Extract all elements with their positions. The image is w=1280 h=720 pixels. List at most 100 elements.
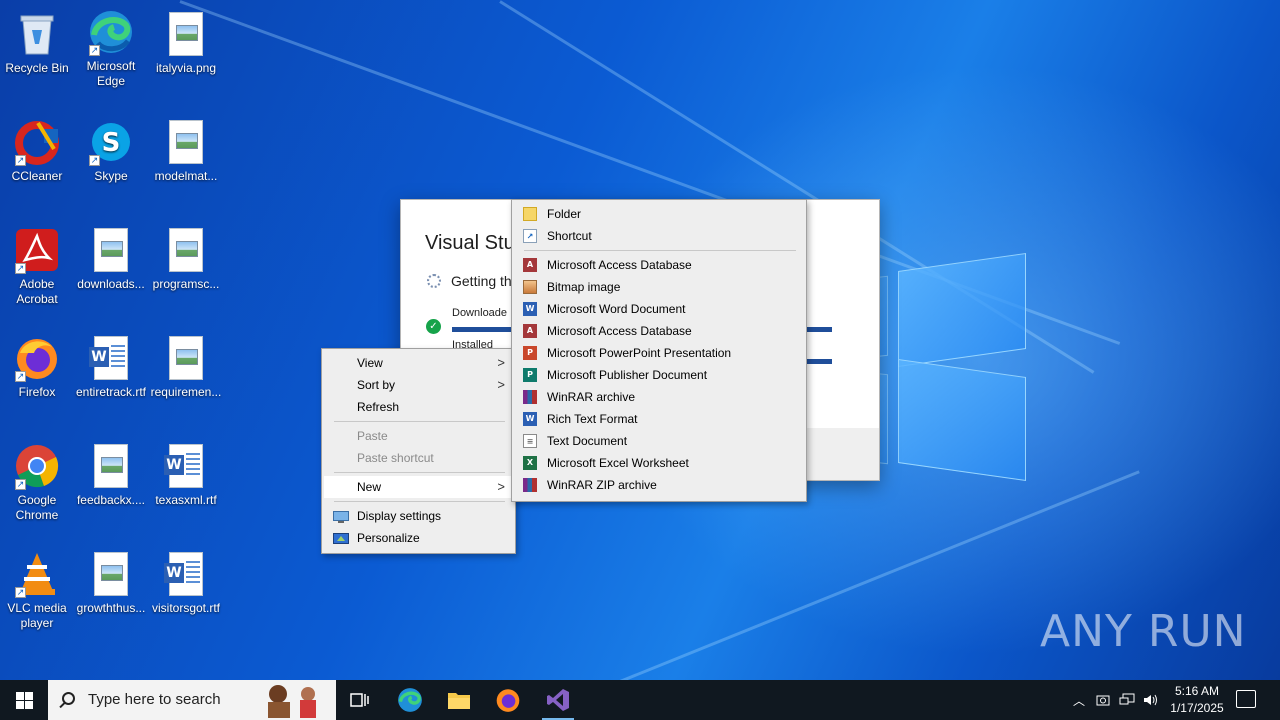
- taskbar-edge[interactable]: [386, 680, 434, 720]
- desktop-icon-label: Google Chrome: [15, 493, 59, 522]
- desktop-icon-entiretrack[interactable]: W entiretrack.rtf: [74, 334, 148, 400]
- desktop-icon-requiremen[interactable]: requiremen...: [149, 334, 223, 400]
- image-file-icon: [87, 550, 135, 598]
- windows-start-icon: [15, 691, 33, 709]
- tray-camera-button[interactable]: [1092, 680, 1114, 720]
- windows-logo-pane: [898, 253, 1026, 367]
- submenu-item-winrar-archive[interactable]: WinRAR archive: [514, 386, 804, 408]
- ccleaner-icon: ↗: [13, 118, 61, 166]
- menu-item-paste-shortcut[interactable]: Paste shortcut: [324, 447, 513, 469]
- task-view-button[interactable]: [336, 680, 384, 720]
- image-file-icon: [162, 118, 210, 166]
- desktop-icon-label: Microsoft Edge: [86, 59, 136, 88]
- submenu-item-rich-text-format[interactable]: W Rich Text Format: [514, 408, 804, 430]
- clock-date: 1/17/2025: [1170, 701, 1224, 715]
- downloaded-label: Downloade: [452, 307, 508, 319]
- desktop-icon-label: modelmat...: [154, 169, 218, 183]
- menu-separator: [334, 472, 505, 473]
- desktop-icon-adobe-acrobat[interactable]: ↗ Adobe Acrobat: [0, 226, 74, 307]
- network-icon: [1119, 693, 1135, 705]
- submenu-item-powerpoint[interactable]: P Microsoft PowerPoint Presentation: [514, 342, 804, 364]
- tray-network-button[interactable]: [1116, 680, 1138, 720]
- search-placeholder: Type here to search: [88, 691, 221, 708]
- desktop-icon-label: requiremen...: [150, 385, 222, 399]
- access-icon: A: [523, 258, 537, 272]
- submenu-item-access-database-2[interactable]: A Microsoft Access Database: [514, 320, 804, 342]
- desktop-icon-label: programsc...: [152, 277, 220, 291]
- menu-separator: [334, 501, 505, 502]
- submenu-item-text-document[interactable]: ≡ Text Document: [514, 430, 804, 452]
- submenu-item-excel-worksheet[interactable]: X Microsoft Excel Worksheet: [514, 452, 804, 474]
- chrome-icon: ↗: [13, 442, 61, 490]
- tray-overflow-button[interactable]: ︿: [1068, 680, 1090, 720]
- desktop-icon-recycle-bin[interactable]: Recycle Bin: [0, 10, 74, 76]
- skype-icon: S ↗: [87, 118, 135, 166]
- winrar-icon: [523, 390, 537, 404]
- shortcut-icon: ↗: [523, 229, 537, 243]
- desktop-icon-skype[interactable]: S ↗ Skype: [74, 118, 148, 184]
- svg-text:S: S: [102, 128, 121, 158]
- windows-logo-pane: [898, 359, 1026, 481]
- shortcut-arrow-icon: ↗: [89, 155, 100, 166]
- menu-item-sort-by[interactable]: Sort by >: [324, 374, 513, 396]
- menu-item-view[interactable]: View >: [324, 352, 513, 374]
- submenu-item-label: Microsoft Access Database: [547, 258, 692, 272]
- menu-item-paste[interactable]: Paste: [324, 425, 513, 447]
- desktop-icon-growththus[interactable]: growththus...: [74, 550, 148, 616]
- powerpoint-icon: P: [523, 346, 537, 360]
- desktop-icon-vlc[interactable]: ↗ VLC media player: [0, 550, 74, 631]
- start-button[interactable]: [0, 680, 48, 720]
- desktop-icon-firefox[interactable]: ↗ Firefox: [0, 334, 74, 400]
- desktop-icon-edge[interactable]: ↗ Microsoft Edge: [74, 8, 148, 89]
- menu-item-refresh[interactable]: Refresh: [324, 396, 513, 418]
- desktop-icon-ccleaner[interactable]: ↗ CCleaner: [0, 118, 74, 184]
- notification-center-icon[interactable]: [1236, 690, 1256, 708]
- desktop-context-menu[interactable]: View > Sort by > Refresh Paste Paste sho…: [321, 348, 516, 554]
- winrar-zip-icon: [523, 478, 537, 492]
- desktop-icon-label: Skype: [94, 169, 128, 183]
- menu-item-new[interactable]: New >: [324, 476, 513, 498]
- desktop-icon-programsc[interactable]: programsc...: [149, 226, 223, 292]
- desktop-icon-italyvia[interactable]: italyvia.png: [149, 10, 223, 76]
- desktop-icon-modelmat[interactable]: modelmat...: [149, 118, 223, 184]
- taskbar-search-box[interactable]: Type here to search: [48, 680, 336, 720]
- desktop-icon-feedbackx[interactable]: feedbackx....: [74, 442, 148, 508]
- taskbar-file-explorer[interactable]: [435, 680, 483, 720]
- search-icon: [62, 692, 75, 705]
- tray-volume-button[interactable]: [1140, 680, 1162, 720]
- personalize-icon: [333, 531, 349, 545]
- submenu-item-winrar-zip[interactable]: WinRAR ZIP archive: [514, 474, 804, 496]
- desktop-icon-label: feedbackx....: [76, 493, 146, 507]
- loading-spinner-icon: [427, 274, 441, 288]
- desktop-icon-google-chrome[interactable]: ↗ Google Chrome: [0, 442, 74, 523]
- desktop-icon-downloads[interactable]: downloads...: [74, 226, 148, 292]
- desktop-icon-visitorsgot[interactable]: W visitorsgot.rtf: [149, 550, 223, 616]
- image-file-icon: [87, 442, 135, 490]
- rtf-icon: W: [523, 412, 537, 426]
- desktop-icon-label: VLC media player: [7, 601, 67, 630]
- submenu-item-folder[interactable]: Folder: [514, 203, 804, 225]
- submenu-item-shortcut[interactable]: ↗ Shortcut: [514, 225, 804, 247]
- submenu-item-access-database[interactable]: A Microsoft Access Database: [514, 254, 804, 276]
- submenu-item-label: WinRAR archive: [547, 390, 636, 404]
- desktop-icon-label: growththus...: [76, 601, 146, 615]
- submenu-item-word-document[interactable]: W Microsoft Word Document: [514, 298, 804, 320]
- submenu-item-bitmap-image[interactable]: Bitmap image: [514, 276, 804, 298]
- shortcut-arrow-icon: ↗: [89, 45, 100, 56]
- search-highlight-illustration: [268, 685, 316, 718]
- image-file-icon: [162, 334, 210, 382]
- menu-item-display-settings[interactable]: Display settings: [324, 505, 513, 527]
- submenu-item-label: Microsoft Access Database: [547, 324, 692, 338]
- menu-item-personalize[interactable]: Personalize: [324, 527, 513, 549]
- taskbar-visual-studio-installer[interactable]: [534, 680, 582, 720]
- taskbar-clock[interactable]: 5:16 AM 1/17/2025: [1160, 683, 1234, 717]
- firefox-icon: ↗: [13, 334, 61, 382]
- chevron-right-icon: >: [497, 377, 505, 392]
- submenu-item-label: Folder: [547, 207, 582, 221]
- camera-icon: [1096, 695, 1110, 706]
- new-submenu[interactable]: Folder ↗ Shortcut A Microsoft Access Dat…: [511, 199, 807, 502]
- submenu-item-publisher[interactable]: P Microsoft Publisher Document: [514, 364, 804, 386]
- desktop-icon-texasxml[interactable]: W texasxml.rtf: [149, 442, 223, 508]
- desktop-icon-label: Recycle Bin: [5, 61, 69, 75]
- taskbar-firefox[interactable]: [484, 680, 532, 720]
